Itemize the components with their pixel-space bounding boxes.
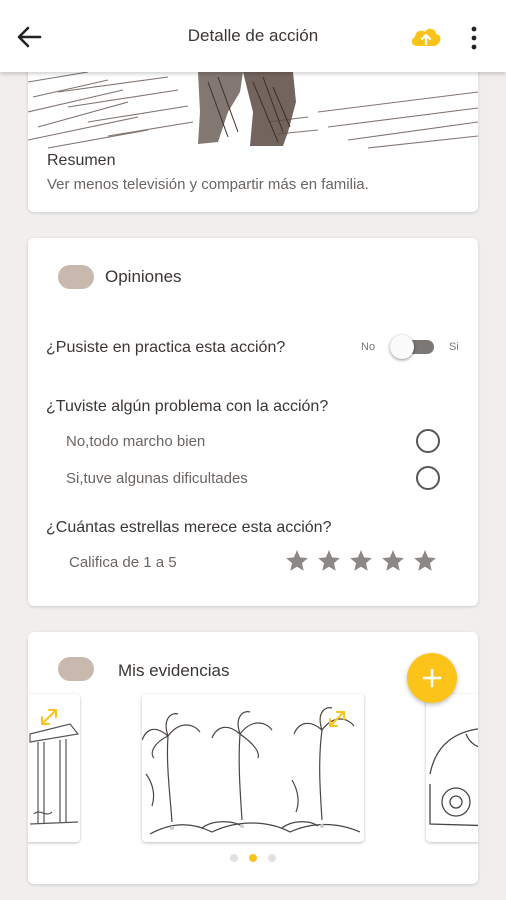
- summary-title: Resumen: [47, 152, 116, 169]
- app-bar: Detalle de acción: [0, 0, 506, 72]
- radio-no-problem[interactable]: [416, 429, 440, 453]
- radio-some-difficulty[interactable]: [416, 466, 440, 490]
- option-some-difficulty: Si,tuve algunas dificultades: [66, 470, 248, 487]
- opinions-card: Opiniones ¿Pusiste en practica esta acci…: [28, 238, 478, 606]
- section-pill: [58, 265, 94, 289]
- action-illustration: [28, 71, 478, 150]
- evidence-thumbnail[interactable]: [28, 694, 80, 842]
- carousel-indicator: [228, 854, 278, 864]
- more-vertical-icon[interactable]: [462, 24, 486, 52]
- star-2-icon[interactable]: [316, 548, 342, 574]
- summary-card: Resumen Ver menos televisión y compartir…: [28, 56, 478, 212]
- evidence-thumbnail[interactable]: [142, 694, 364, 842]
- option-no-problem: No,todo marcho bien: [66, 433, 206, 450]
- carousel-dot[interactable]: [268, 854, 276, 862]
- star-5-icon[interactable]: [412, 548, 438, 574]
- rating-hint: Califica de 1 a 5: [69, 554, 177, 571]
- practice-switch[interactable]: [390, 334, 436, 359]
- carousel-dot[interactable]: [230, 854, 238, 862]
- switch-on-label: Si: [449, 341, 459, 353]
- star-3-icon[interactable]: [348, 548, 374, 574]
- question-practice: ¿Pusiste en practica esta acción?: [46, 339, 286, 356]
- section-pill: [58, 657, 94, 681]
- plus-icon: [422, 668, 442, 688]
- question-problem: ¿Tuviste algún problema con la acción?: [46, 398, 329, 415]
- evidence-thumbnail[interactable]: [426, 694, 478, 842]
- carousel-dot-active[interactable]: [249, 854, 257, 862]
- expand-arrows-icon[interactable]: [41, 709, 57, 725]
- cloud-upload-icon[interactable]: [408, 22, 444, 52]
- opinions-title: Opiniones: [105, 267, 182, 286]
- star-1-icon[interactable]: [284, 548, 310, 574]
- switch-knob: [390, 335, 414, 359]
- star-rating: [284, 548, 444, 574]
- question-stars: ¿Cuántas estrellas merece esta acción?: [46, 519, 332, 536]
- star-4-icon[interactable]: [380, 548, 406, 574]
- evidences-title: Mis evidencias: [118, 661, 230, 680]
- add-evidence-button[interactable]: [407, 653, 457, 703]
- summary-text: Ver menos televisión y compartir más en …: [47, 176, 369, 193]
- switch-off-label: No: [361, 341, 376, 353]
